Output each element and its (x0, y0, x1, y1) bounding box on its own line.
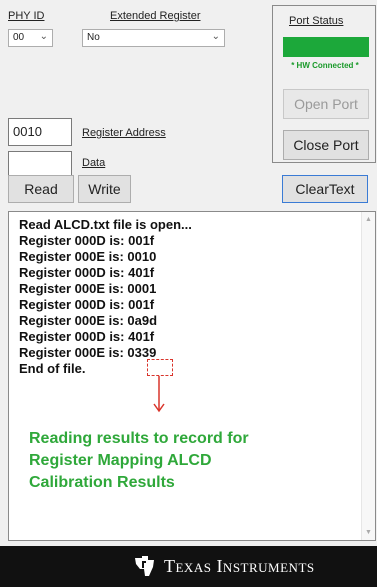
close-port-button[interactable]: Close Port (283, 130, 369, 160)
output-log[interactable]: Read ALCD.txt file is open... Register 0… (8, 211, 376, 541)
annotation-line: Calibration Results (29, 474, 175, 491)
log-line: Read ALCD.txt file is open... (19, 217, 192, 232)
annotation-line: Reading results to record for (29, 430, 249, 447)
annotation-line: Register Mapping ALCD (29, 452, 212, 469)
value-highlight-box (147, 359, 173, 376)
log-line: Register 000D is: 001f (19, 233, 155, 248)
register-address-input[interactable]: 0010 (8, 118, 72, 146)
ti-logo-icon (135, 556, 154, 576)
open-port-button[interactable]: Open Port (283, 89, 369, 119)
scroll-down-icon[interactable]: ▼ (365, 529, 372, 536)
log-line: Register 000E is: 0010 (19, 249, 157, 264)
footer-bar: Texas Instruments (0, 546, 377, 587)
write-button[interactable]: Write (78, 175, 131, 203)
port-status-panel: Port Status * HW Connected * Open Port C… (272, 5, 376, 163)
log-line: Register 000E is: 0339 (19, 345, 157, 360)
log-line: Register 000D is: 401f (19, 329, 155, 344)
log-line: Register 000D is: 401f (19, 265, 155, 280)
log-line: Register 000E is: 0001 (19, 281, 157, 296)
log-line: Register 000E is: 0a9d (19, 313, 158, 328)
log-line: Register 000D is: 001f (19, 297, 155, 312)
extended-register-label: Extended Register (110, 10, 201, 22)
port-status-indicator (283, 37, 369, 57)
log-line: End of file. (19, 361, 86, 376)
phy-id-select[interactable]: 00 ⌄ (8, 29, 53, 47)
footer-brand: Texas Instruments (164, 556, 315, 576)
port-status-text: * HW Connected * (291, 61, 359, 70)
port-status-label: Port Status (289, 15, 344, 27)
extended-register-select[interactable]: No ⌄ (82, 29, 225, 47)
scroll-up-icon[interactable]: ▲ (365, 216, 372, 223)
phy-id-value: 00 (13, 32, 25, 43)
chevron-down-icon: ⌄ (39, 31, 48, 42)
extended-register-value: No (87, 32, 100, 43)
log-scrollbar[interactable]: ▲ ▼ (361, 212, 375, 540)
read-button[interactable]: Read (8, 175, 74, 203)
arrow-down-icon (153, 376, 165, 413)
data-label: Data (82, 157, 106, 169)
clear-text-button[interactable]: ClearText (282, 175, 368, 203)
register-address-label: Register Address (82, 127, 166, 139)
chevron-down-icon: ⌄ (211, 31, 220, 42)
phy-id-label: PHY ID (8, 10, 45, 22)
